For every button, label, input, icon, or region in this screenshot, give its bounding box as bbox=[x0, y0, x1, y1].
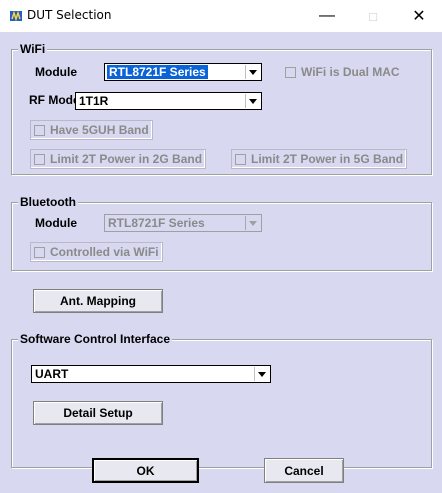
dialog-body: WiFi Module RTL8721F Series WiFi is Dual… bbox=[0, 32, 442, 493]
have-5guh-checkbox[interactable]: Have 5GUH Band bbox=[30, 120, 153, 140]
checkbox-icon bbox=[235, 153, 246, 165]
rf-mode-select[interactable]: 1T1R bbox=[75, 92, 262, 110]
title-bar: DUT Selection — □ ✕ bbox=[0, 0, 442, 32]
bt-module-select[interactable]: RTL8721F Series bbox=[104, 214, 262, 232]
wifi-module-value: RTL8721F Series bbox=[107, 65, 208, 79]
wifi-module-select[interactable]: RTL8721F Series bbox=[104, 63, 262, 81]
limit-2g-label: Limit 2T Power in 2G Band bbox=[50, 152, 203, 166]
minimize-button[interactable]: — bbox=[304, 0, 350, 32]
chevron-down-icon[interactable] bbox=[245, 65, 260, 79]
detail-setup-button[interactable]: Detail Setup bbox=[33, 401, 163, 425]
checkbox-icon bbox=[34, 246, 45, 258]
wifi-group-label: WiFi bbox=[18, 42, 48, 56]
software-control-group: Software Control Interface UART Detail S… bbox=[11, 332, 432, 468]
have-5guh-label: Have 5GUH Band bbox=[50, 123, 149, 137]
controlled-via-wifi-label: Controlled via WiFi bbox=[50, 245, 159, 259]
limit-5g-checkbox[interactable]: Limit 2T Power in 5G Band bbox=[231, 149, 408, 169]
wifi-dual-mac-label: WiFi is Dual MAC bbox=[301, 65, 400, 79]
bluetooth-group: Bluetooth Module RTL8721F Series Control… bbox=[11, 195, 432, 271]
dut-selection-dialog: DUT Selection — □ ✕ WiFi Module RTL8721F… bbox=[0, 0, 442, 493]
app-icon bbox=[10, 10, 22, 22]
rf-mode-value: 1T1R bbox=[79, 94, 109, 108]
chevron-down-icon[interactable] bbox=[254, 367, 269, 381]
ok-button[interactable]: OK bbox=[92, 458, 199, 483]
ant-mapping-button[interactable]: Ant. Mapping bbox=[33, 289, 163, 313]
checkbox-icon bbox=[285, 66, 296, 78]
interface-value: UART bbox=[35, 367, 69, 381]
software-control-group-label: Software Control Interface bbox=[18, 332, 173, 346]
checkbox-icon bbox=[34, 153, 45, 165]
maximize-button[interactable]: □ bbox=[350, 0, 396, 32]
window-title: DUT Selection bbox=[27, 8, 112, 22]
bt-module-value: RTL8721F Series bbox=[108, 216, 205, 230]
cancel-button[interactable]: Cancel bbox=[264, 458, 344, 483]
chevron-down-icon[interactable] bbox=[245, 94, 260, 108]
controlled-via-wifi-checkbox[interactable]: Controlled via WiFi bbox=[30, 242, 163, 262]
close-button[interactable]: ✕ bbox=[396, 0, 442, 32]
rf-mode-label: RF Mode bbox=[29, 93, 80, 107]
wifi-module-label: Module bbox=[35, 65, 77, 79]
wifi-dual-mac-checkbox[interactable]: WiFi is Dual MAC bbox=[282, 63, 400, 81]
chevron-down-icon[interactable] bbox=[245, 216, 260, 230]
bt-module-label: Module bbox=[35, 216, 77, 230]
limit-2g-checkbox[interactable]: Limit 2T Power in 2G Band bbox=[30, 149, 207, 169]
interface-select[interactable]: UART bbox=[31, 365, 271, 383]
limit-5g-label: Limit 2T Power in 5G Band bbox=[251, 152, 404, 166]
checkbox-icon bbox=[34, 124, 45, 136]
wifi-group: WiFi Module RTL8721F Series WiFi is Dual… bbox=[11, 42, 432, 175]
bluetooth-group-label: Bluetooth bbox=[18, 195, 78, 209]
